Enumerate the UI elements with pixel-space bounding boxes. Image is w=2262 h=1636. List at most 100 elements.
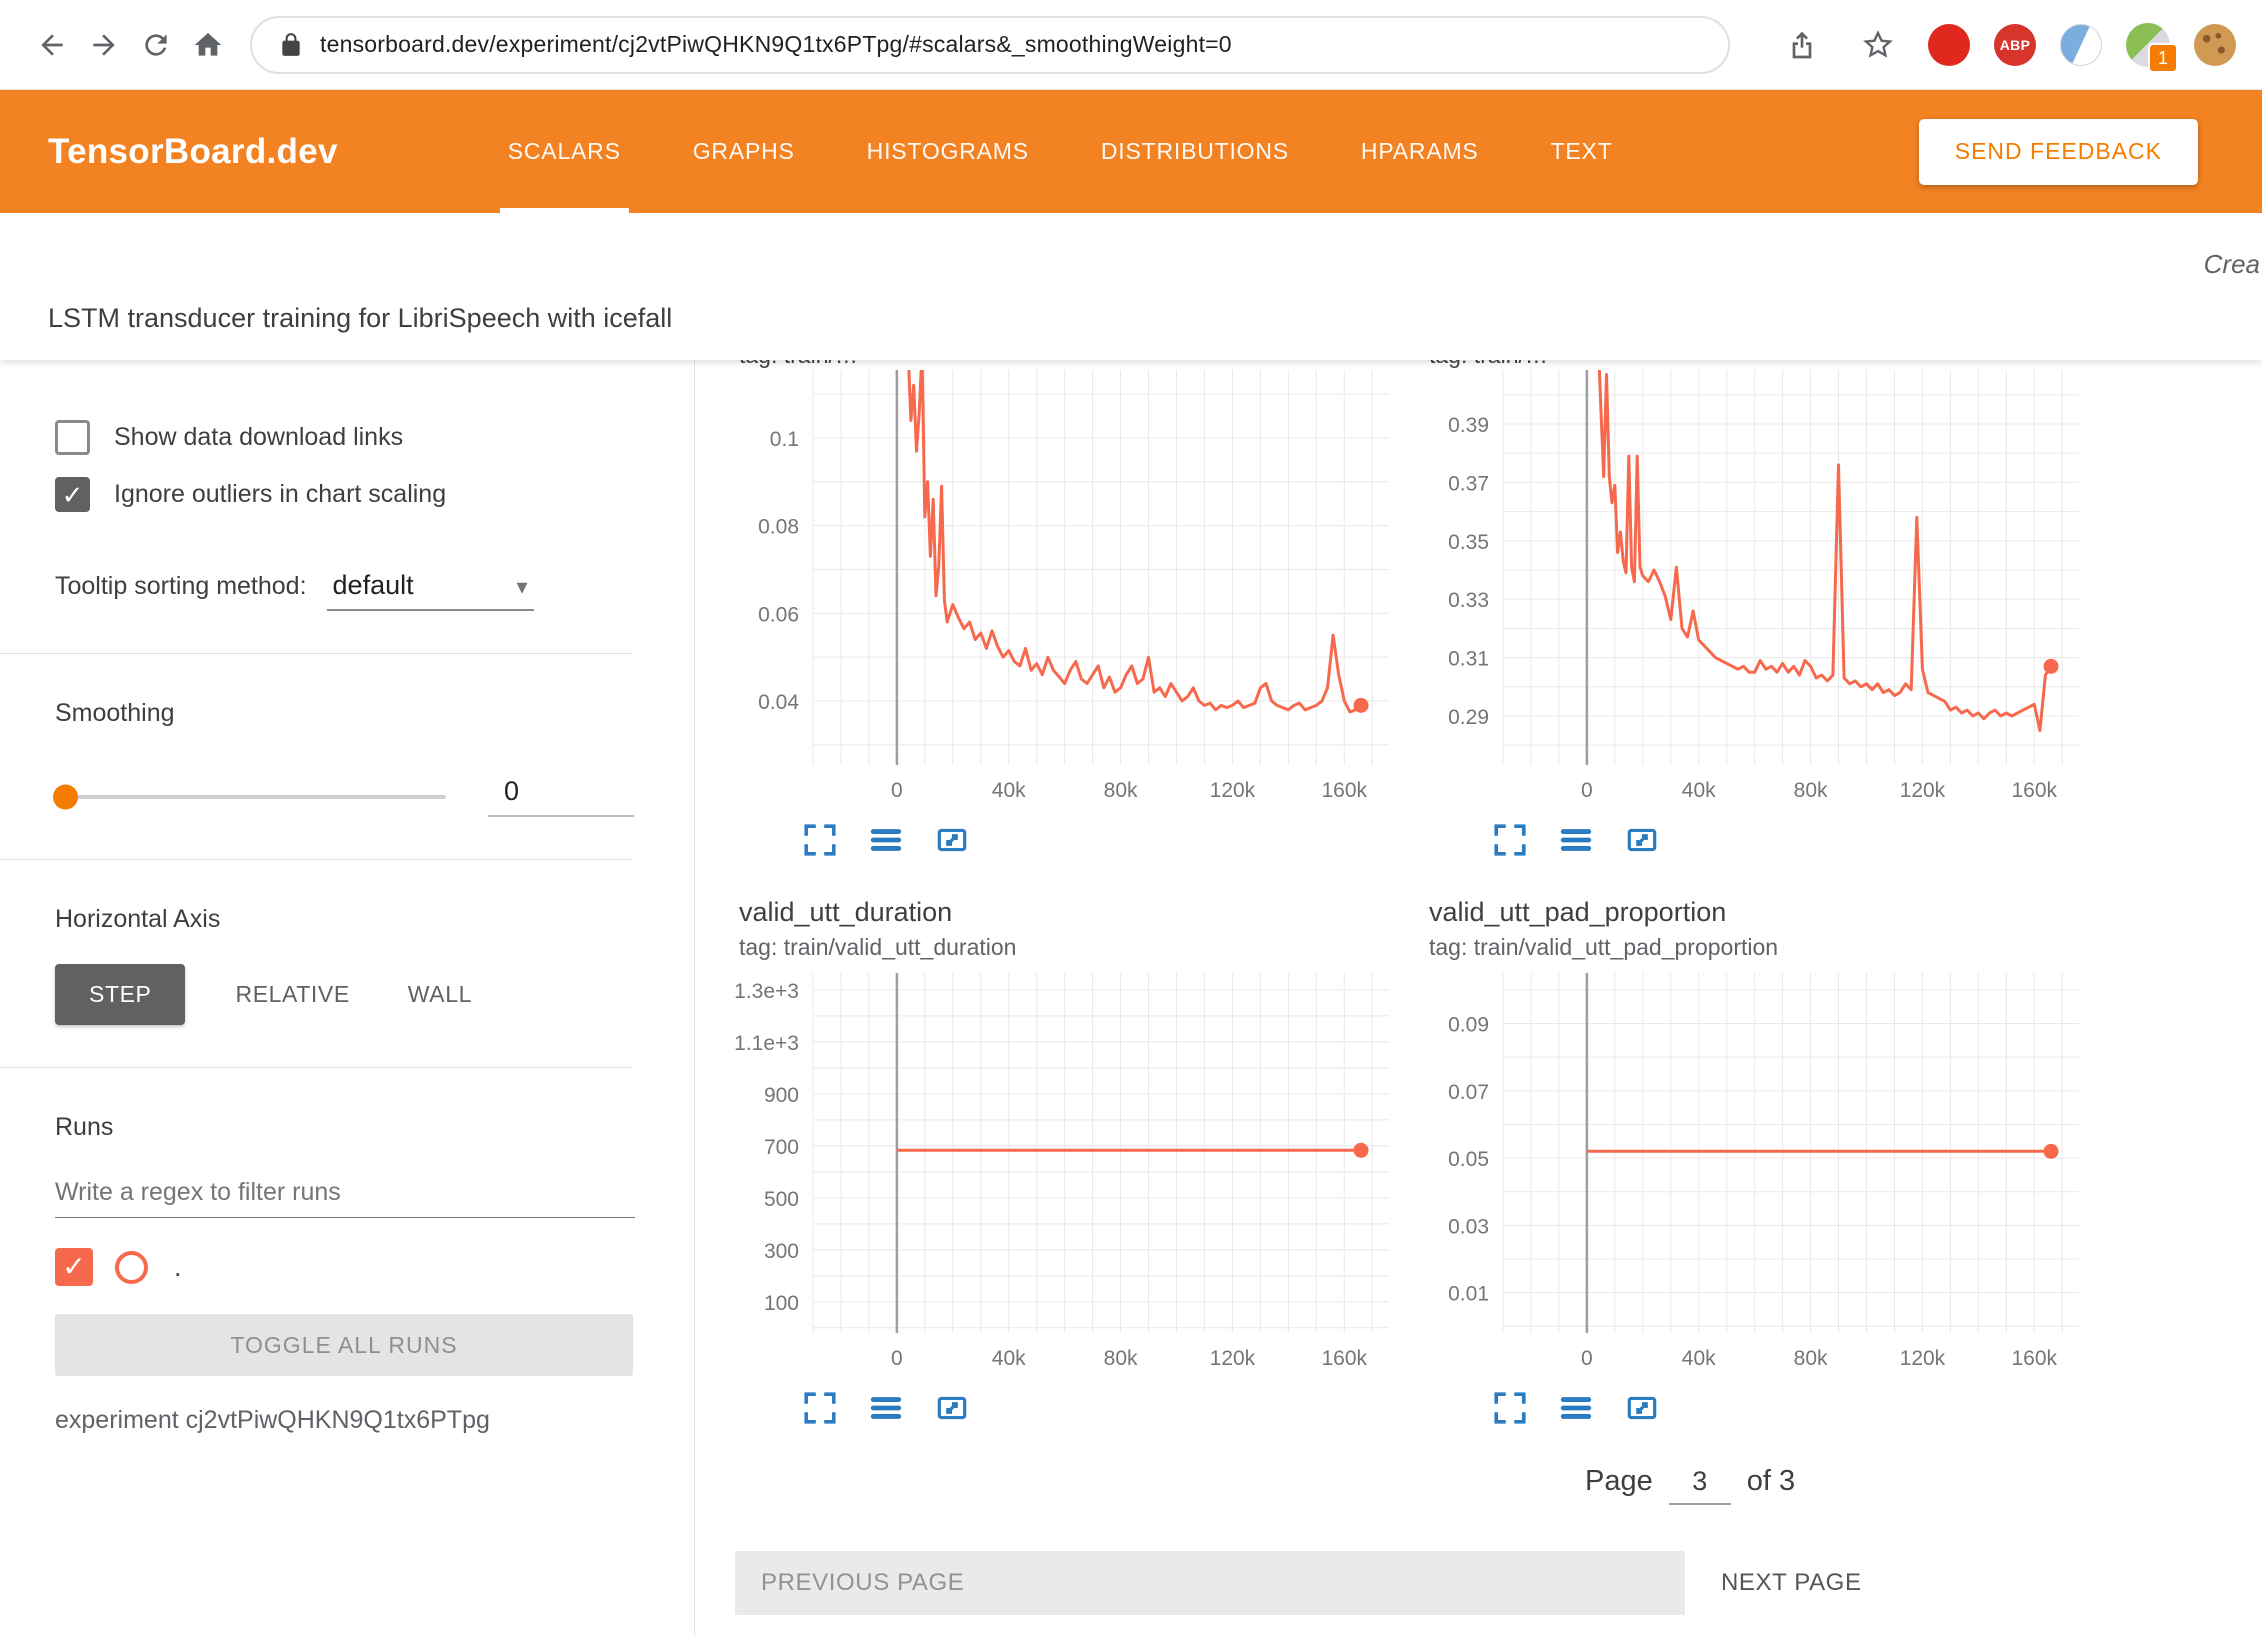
next-page-button[interactable]: NEXT PAGE (1721, 1569, 1862, 1597)
smoothing-label: Smoothing (55, 699, 634, 728)
forward-icon[interactable] (78, 19, 130, 71)
fit-domain-icon[interactable] (931, 819, 973, 861)
svg-text:0.09: 0.09 (1448, 1013, 1489, 1036)
chart-toolbar (1489, 819, 2085, 861)
notification-badge: 1 (2148, 43, 2178, 73)
tab-histograms[interactable]: HISTOGRAMS (859, 90, 1037, 213)
chart-plot-top-right[interactable]: 0.290.310.330.350.370.39040k80k120k160k (1425, 370, 2085, 807)
address-bar[interactable]: tensorboard.dev/experiment/cj2vtPiwQHKN9… (250, 16, 1730, 74)
svg-text:120k: 120k (1900, 779, 1946, 802)
show-download-checkbox[interactable] (55, 420, 90, 455)
fit-domain-icon[interactable] (931, 1387, 973, 1429)
tab-hparams[interactable]: HPARAMS (1353, 90, 1487, 213)
runs-list-icon[interactable] (865, 819, 907, 861)
charts-panel: tag: train/…0.040.060.080.1040k80k120k16… (695, 360, 2262, 1636)
divider (0, 859, 632, 860)
app-header: TensorBoard.dev SCALARS GRAPHS HISTOGRAM… (0, 90, 2262, 213)
ignore-outliers-label: Ignore outliers in chart scaling (114, 480, 446, 509)
svg-text:0.07: 0.07 (1448, 1081, 1489, 1104)
tab-graphs[interactable]: GRAPHS (685, 90, 803, 213)
run-name: . (174, 1252, 182, 1283)
chart-toolbar (1489, 1387, 2085, 1429)
svg-text:160k: 160k (2011, 1347, 2057, 1370)
fullscreen-icon[interactable] (799, 1387, 841, 1429)
experiment-id-text: experiment cj2vtPiwQHKN9Q1tx6PTpg (55, 1406, 634, 1435)
svg-text:80k: 80k (1104, 1347, 1138, 1370)
axis-relative-button[interactable]: RELATIVE (227, 964, 357, 1025)
reload-icon[interactable] (130, 19, 182, 71)
settings-sidebar: Show data download links Ignore outliers… (0, 360, 695, 1636)
svg-text:80k: 80k (1104, 779, 1138, 802)
runs-filter-input[interactable] (55, 1168, 635, 1218)
chart-plot-valid-utt-pad-proportion[interactable]: 0.010.030.050.070.09040k80k120k160k (1425, 973, 2085, 1375)
svg-text:0: 0 (1581, 1347, 1593, 1370)
chart-tag-clipped: tag: train/… (739, 360, 1395, 370)
tab-distributions[interactable]: DISTRIBUTIONS (1093, 90, 1297, 213)
run-row[interactable]: . (55, 1248, 634, 1286)
smoothing-value-input[interactable] (488, 776, 634, 817)
profile-avatar[interactable]: 1 (2126, 23, 2170, 67)
smoothing-slider-thumb[interactable] (53, 784, 78, 809)
charts-grid: tag: train/…0.040.060.080.1040k80k120k16… (735, 360, 2262, 1429)
show-download-row[interactable]: Show data download links (55, 420, 634, 455)
svg-text:700: 700 (764, 1136, 799, 1159)
fullscreen-icon[interactable] (799, 819, 841, 861)
svg-text:40k: 40k (1682, 779, 1716, 802)
cookie-icon[interactable] (2194, 24, 2236, 66)
runs-label: Runs (55, 1113, 634, 1142)
svg-text:120k: 120k (1210, 1347, 1256, 1370)
runs-list-icon[interactable] (1555, 819, 1597, 861)
tooltip-sorting-select[interactable]: default▾ (327, 570, 534, 611)
toggle-all-runs-button[interactable]: TOGGLE ALL RUNS (55, 1314, 633, 1376)
fit-domain-icon[interactable] (1621, 819, 1663, 861)
chart-title: valid_utt_pad_proportion (1429, 897, 2085, 928)
svg-text:0.29: 0.29 (1448, 706, 1489, 729)
page-label: Page (1585, 1465, 1653, 1498)
runs-list-icon[interactable] (1555, 1387, 1597, 1429)
home-icon[interactable] (182, 19, 234, 71)
share-icon[interactable] (1776, 19, 1828, 71)
abp-extension-icon[interactable]: ABP (1994, 24, 2036, 66)
svg-text:40k: 40k (992, 1347, 1026, 1370)
chart-toolbar (799, 819, 1395, 861)
run-color-swatch[interactable] (115, 1251, 148, 1284)
chart-card: tag: train/…0.040.060.080.1040k80k120k16… (735, 360, 1395, 861)
chart-tag: tag: train/valid_utt_pad_proportion (1429, 934, 2085, 961)
tooltip-sorting-label: Tooltip sorting method: (55, 572, 307, 601)
axis-wall-button[interactable]: WALL (400, 964, 480, 1025)
adblock-extension-icon[interactable] (1928, 24, 1970, 66)
ignore-outliers-row[interactable]: Ignore outliers in chart scaling (55, 477, 634, 512)
svg-text:300: 300 (764, 1240, 799, 1263)
chart-card: valid_utt_durationtag: train/valid_utt_d… (735, 861, 1395, 1429)
chart-plot-top-left[interactable]: 0.040.060.080.1040k80k120k160k (735, 370, 1395, 807)
chart-plot-valid-utt-duration[interactable]: 1003005007009001.1e+31.3e+3040k80k120k16… (735, 973, 1395, 1375)
axis-step-button[interactable]: STEP (55, 964, 185, 1025)
runs-list-icon[interactable] (865, 1387, 907, 1429)
svg-text:120k: 120k (1210, 779, 1256, 802)
chart-card: tag: train/…0.290.310.330.350.370.39040k… (1425, 360, 2085, 861)
ignore-outliers-checkbox[interactable] (55, 477, 90, 512)
tab-text[interactable]: TEXT (1543, 90, 1621, 213)
svg-text:40k: 40k (992, 779, 1026, 802)
back-icon[interactable] (26, 19, 78, 71)
page-of-label: of 3 (1747, 1465, 1795, 1498)
bookmark-star-icon[interactable] (1852, 19, 1904, 71)
run-checkbox[interactable] (55, 1248, 93, 1286)
svg-text:1.1e+3: 1.1e+3 (735, 1032, 799, 1055)
svg-text:160k: 160k (2011, 779, 2057, 802)
send-feedback-button[interactable]: SEND FEEDBACK (1919, 119, 2198, 185)
svg-text:80k: 80k (1794, 1347, 1828, 1370)
browser-toolbar: tensorboard.dev/experiment/cj2vtPiwQHKN9… (0, 0, 2262, 90)
create-link-clipped[interactable]: Crea (2204, 249, 2260, 280)
fullscreen-icon[interactable] (1489, 819, 1531, 861)
fit-domain-icon[interactable] (1621, 1387, 1663, 1429)
svg-text:900: 900 (764, 1084, 799, 1107)
page-number-input[interactable] (1669, 1465, 1731, 1505)
previous-page-button[interactable]: PREVIOUS PAGE (735, 1551, 1685, 1615)
svg-text:160k: 160k (1321, 1347, 1367, 1370)
smoothing-slider[interactable] (55, 795, 446, 799)
pie-extension-icon[interactable] (2060, 24, 2102, 66)
tab-scalars[interactable]: SCALARS (500, 90, 629, 213)
svg-text:100: 100 (764, 1292, 799, 1315)
fullscreen-icon[interactable] (1489, 1387, 1531, 1429)
